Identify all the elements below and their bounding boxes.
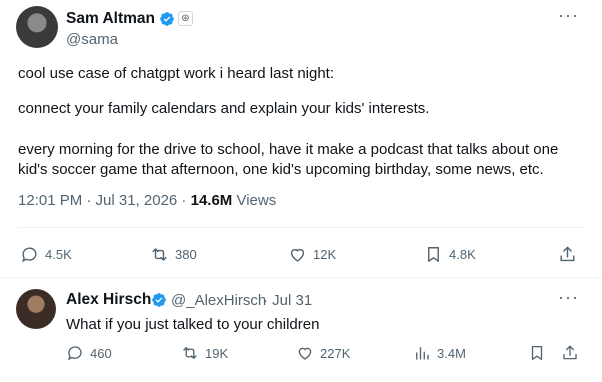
reply-button[interactable]: 4.5K [20,245,72,264]
reply-retweet-button[interactable]: 19K [181,344,228,362]
more-icon[interactable]: ··· [558,288,579,306]
tweet-separator [0,277,602,278]
views-count: 14.6M [190,192,233,209]
more-icon[interactable]: ··· [558,6,579,24]
like-icon [298,347,312,360]
author-handle[interactable]: @sama [66,31,118,48]
tweet-paragraph-2: connect your family calendars and explai… [18,100,430,117]
retweet-count: 19K [205,345,229,361]
bookmark-count: 4.8K [449,247,476,262]
bookmark-icon [428,247,439,262]
views-icon [416,347,429,360]
share-icon [563,345,577,360]
reply-count: 4.5K [45,247,72,262]
retweet-count: 380 [175,247,197,262]
tweet-paragraph-3: every morning for the drive to school, h… [18,141,559,178]
timestamp[interactable]: 12:01 PM · Jul 31, 2026 · [18,192,191,209]
share-button[interactable] [558,245,583,264]
views-count: 3.4M [437,345,466,361]
views-label: Views [232,192,277,209]
tweet-paragraph-1: cool use case of chatgpt work i heard la… [18,65,335,82]
like-count: 227K [320,345,351,361]
divider [18,227,584,228]
retweet-button[interactable]: 380 [150,245,197,264]
reply-share-button[interactable] [561,344,585,362]
reply-bookmark-button[interactable] [528,344,552,362]
verified-badge-icon [160,12,174,26]
like-button[interactable]: 12K [288,245,336,264]
reply-count: 460 [90,345,112,361]
like-icon [290,248,305,262]
reply-icon [21,247,37,263]
main-tweet: Sam Altman ⊛ @sama ··· cool use case of … [0,0,602,276]
reply-date[interactable]: · Jul 31 [263,292,312,309]
reply-author-handle[interactable]: @_AlexHirsch [171,292,266,309]
reply-author-name[interactable]: Alex Hirsch [66,291,151,309]
avatar-alex-hirsch[interactable] [16,289,56,329]
affiliate-badge-icon[interactable]: ⊛ [178,11,193,26]
verified-badge-icon [152,293,166,307]
like-count: 12K [313,247,337,262]
reply-views-button[interactable]: 3.4M [413,344,466,362]
bookmark-button[interactable]: 4.8K [424,245,476,264]
retweet-icon [183,347,197,359]
reply-like-button[interactable]: 227K [296,344,350,362]
author-name[interactable]: Sam Altman [66,10,155,28]
avatar-sam-altman[interactable] [16,6,58,48]
reply-reply-button[interactable]: 460 [66,344,112,362]
bookmark-icon [531,345,543,361]
retweet-icon [152,248,167,261]
tweet-meta: 12:01 PM · Jul 31, 2026 · 14.6M Views [18,192,276,209]
reply-text: What if you just talked to your children [66,316,320,333]
share-icon [560,246,575,262]
reply-icon [67,346,82,361]
